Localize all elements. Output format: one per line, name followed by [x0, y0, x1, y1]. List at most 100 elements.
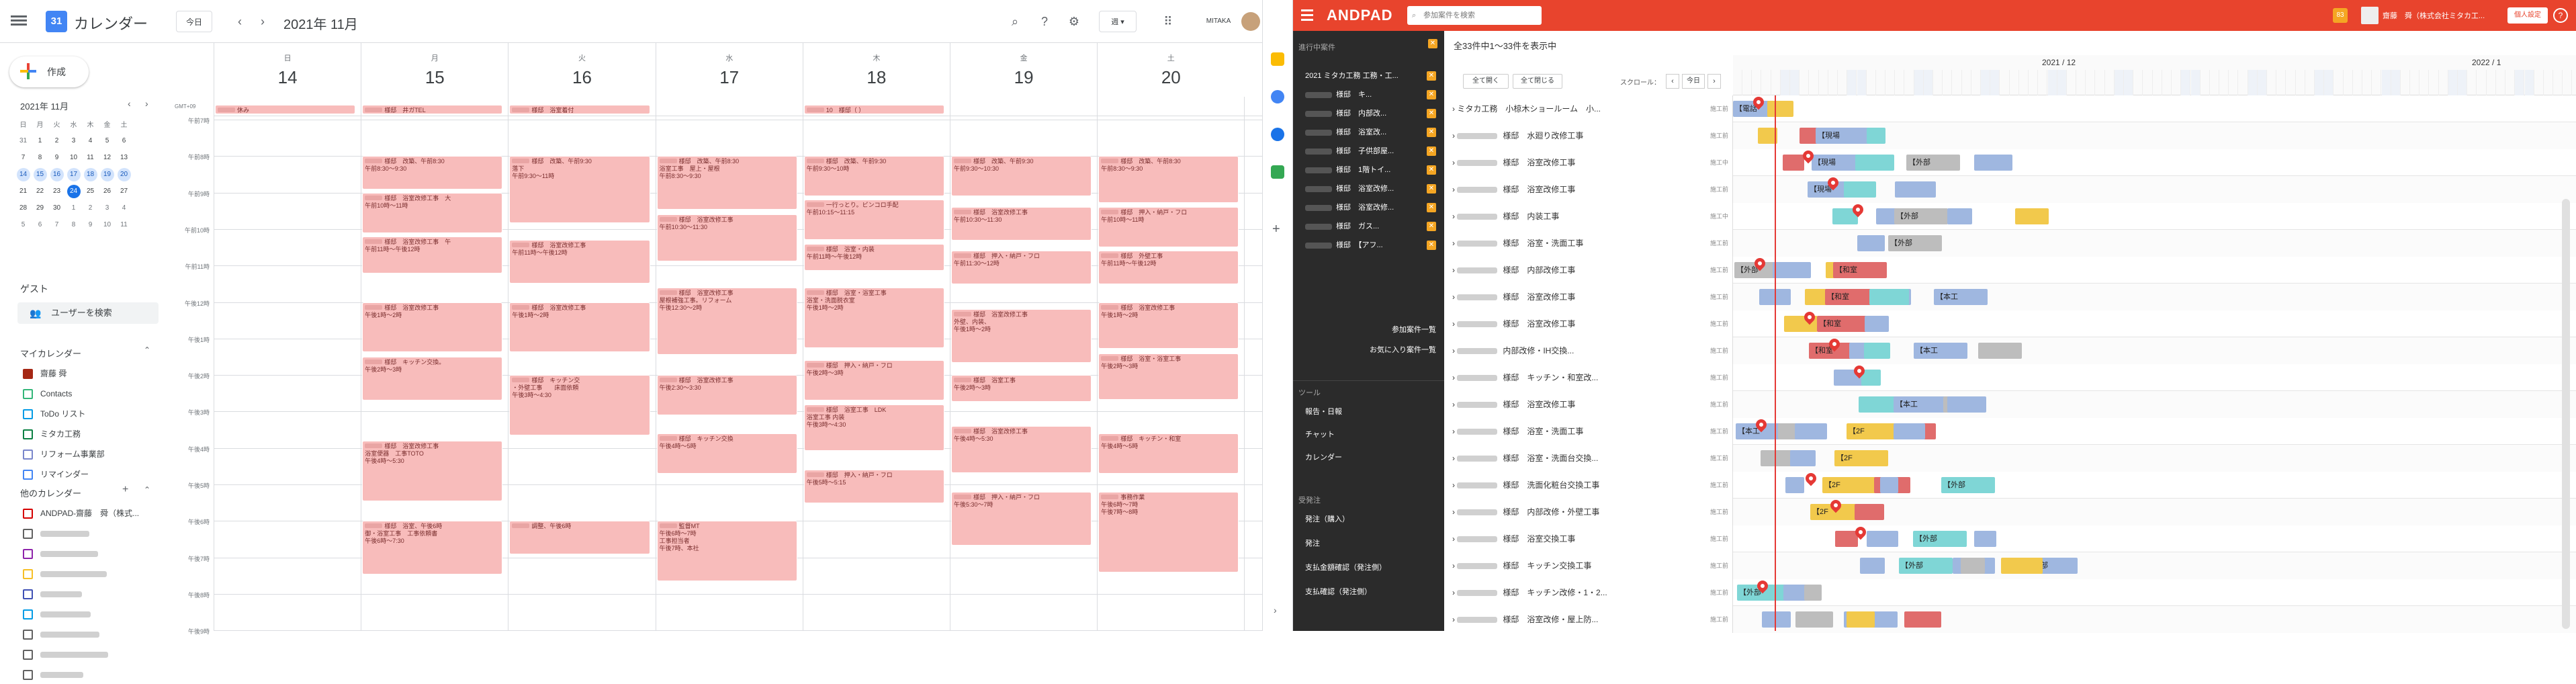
day-number[interactable]: 20: [1098, 67, 1244, 88]
other-calendars-heading[interactable]: 他のカレンダー: [20, 486, 81, 499]
mini-day[interactable]: 14: [15, 166, 32, 183]
view-switcher[interactable]: 週 ▾: [1099, 11, 1137, 32]
expand-chevron-icon[interactable]: ›: [1452, 534, 1457, 544]
calendar-event[interactable]: 様邸 改築、午前9:30 午前9:30～10:30: [951, 156, 1092, 197]
day-number[interactable]: 18: [803, 67, 950, 88]
gantt-row[interactable]: › 様邸 水廻り改修工事 施工前 【現場: [1444, 122, 2576, 149]
expand-chevron-icon[interactable]: ›: [1452, 480, 1457, 490]
schedule-bar[interactable]: [1795, 611, 1833, 628]
project-name[interactable]: › 様邸 洗面化粧台交換工事 施工前: [1444, 472, 1733, 499]
schedule-bar[interactable]: 【外部: [1941, 477, 1995, 493]
day-number[interactable]: 14: [214, 67, 361, 88]
calendar-event[interactable]: 様邸 キッチン交 ・外壁工事 床面依頼 午後3時～4:30: [509, 375, 650, 435]
expand-chevron-icon[interactable]: ›: [1452, 400, 1457, 409]
day-header[interactable]: 火 16: [508, 43, 655, 110]
schedule-bar[interactable]: [1864, 343, 1890, 359]
account-org[interactable]: MITAKA: [1192, 11, 1245, 32]
schedule-bar[interactable]: [2001, 558, 2043, 574]
prev-week-icon[interactable]: ‹: [230, 11, 250, 32]
schedule-bar[interactable]: [1865, 316, 1889, 332]
schedule-bar[interactable]: [1762, 611, 1791, 628]
schedule-bar[interactable]: [1894, 423, 1925, 439]
schedule-bar[interactable]: [1947, 208, 1972, 224]
mini-day[interactable]: 27: [116, 183, 132, 200]
create-button[interactable]: 作成: [9, 56, 89, 87]
calendar-event[interactable]: 様邸 キッチン・和室 午後4時～5時: [1098, 433, 1239, 474]
mini-day[interactable]: 29: [32, 200, 48, 216]
sidebar-link[interactable]: 参加案件一覧: [1305, 320, 1436, 340]
project-name[interactable]: › ミタカ工務 小椋木ショールーム 小... 施工前: [1444, 95, 1733, 122]
mini-day[interactable]: 8: [32, 149, 48, 166]
schedule-bar[interactable]: [1895, 181, 1936, 198]
sidebar-project-item[interactable]: 様邸 1階トイ... ✕: [1305, 160, 1436, 180]
search-icon[interactable]: ⌕: [1005, 11, 1025, 32]
add-calendar-icon[interactable]: +: [122, 484, 128, 496]
project-name[interactable]: › 内部改修・IH交換... 施工前: [1444, 337, 1733, 364]
mini-day[interactable]: 7: [48, 216, 65, 233]
schedule-bar[interactable]: [1947, 396, 1986, 413]
schedule-bar[interactable]: [1978, 343, 2022, 359]
mini-day[interactable]: 3: [65, 132, 82, 149]
calendar-item[interactable]: [20, 544, 168, 563]
gantt-row[interactable]: › 様邸 キッチン・和室改... 施工前: [1444, 363, 2576, 391]
project-name[interactable]: › 様邸 キッチン・和室改... 施工前: [1444, 364, 1733, 391]
collapse-icon[interactable]: ⌃: [144, 345, 150, 355]
mini-day[interactable]: 19: [99, 166, 116, 183]
calendar-event[interactable]: 様邸 浴室改修工事 浴室便器 工事TOTO 午後4時～5:30: [362, 440, 503, 501]
next-week-icon[interactable]: ›: [253, 11, 273, 32]
sidebar-project-item[interactable]: 様邸 浴室改修... ✕: [1305, 198, 1436, 218]
schedule-bar[interactable]: [1974, 155, 2012, 171]
gantt-row[interactable]: › 様邸 浴室・洗面工事 施工前 【外部: [1444, 230, 2576, 257]
close-project-icon[interactable]: ✕: [1427, 146, 1436, 156]
expand-chevron-icon[interactable]: ›: [1452, 427, 1457, 436]
calendar-item[interactable]: ToDo リスト: [20, 404, 168, 423]
calendar-item[interactable]: リフォーム事業部: [20, 445, 168, 464]
calendar-checkbox[interactable]: [23, 569, 33, 579]
calendar-item[interactable]: ミタカ工務: [20, 425, 168, 443]
mini-day[interactable]: 3: [99, 200, 116, 216]
expand-chevron-icon[interactable]: ›: [1452, 292, 1457, 302]
scroll-right-button[interactable]: ›: [1707, 74, 1721, 89]
calendar-event[interactable]: 様邸 改築、午前8:30 浴室工事 屋上・屋根 午前8:30～9:30: [656, 156, 797, 210]
calendar-event[interactable]: 10 様邸（ ）: [803, 105, 944, 114]
calendar-event[interactable]: 一行っとり。ビンコロ手配 午前10:15～11:15: [803, 200, 944, 241]
project-name[interactable]: › 様邸 浴室・洗面工事 施工前: [1444, 230, 1733, 257]
project-name[interactable]: › 様邸 キッチン交換工事 施工前: [1444, 552, 1733, 579]
my-calendars-heading[interactable]: マイカレンダー: [20, 347, 81, 359]
mini-day[interactable]: 24: [65, 183, 82, 200]
calendar-logo-icon[interactable]: 31: [46, 11, 67, 32]
schedule-bar[interactable]: [2015, 208, 2049, 224]
today-button[interactable]: 今日: [176, 11, 212, 32]
calendar-event[interactable]: 様邸 外壁工事 午前11時～午後12時: [1098, 251, 1239, 285]
calendar-event[interactable]: 様邸 浴室改修工事 外壁、内装、 午後1時～2時: [951, 309, 1092, 364]
calendar-item[interactable]: 齋藤 舜: [20, 364, 168, 383]
calendar-event[interactable]: 様邸 浴室・内装 午前11時～午後12時: [803, 243, 944, 271]
mini-day[interactable]: 28: [15, 200, 32, 216]
contacts-icon[interactable]: [1271, 128, 1284, 141]
day-number[interactable]: 17: [656, 67, 803, 88]
project-name[interactable]: › 様邸 浴室交換工事 施工前: [1444, 525, 1733, 552]
project-name[interactable]: › 様邸 内部改修・外壁工事 施工前: [1444, 499, 1733, 525]
schedule-bar[interactable]: 【本工: [1894, 396, 1947, 413]
schedule-bar[interactable]: 【2F: [1834, 450, 1888, 466]
sidebar-project-item[interactable]: 様邸 浴室改... ✕: [1305, 122, 1436, 142]
day-header[interactable]: 日 14: [214, 43, 361, 110]
project-name[interactable]: › 様邸 浴室改修工事 施工前: [1444, 284, 1733, 310]
calendar-event[interactable]: 様邸 井ガTEL: [362, 105, 503, 114]
calendar-item[interactable]: [20, 645, 168, 664]
project-name[interactable]: › 様邸 浴室改修工事 施工前: [1444, 176, 1733, 203]
mini-day[interactable]: 26: [99, 183, 116, 200]
personal-settings-button[interactable]: 個人設定: [2507, 7, 2548, 24]
calendar-item[interactable]: [20, 665, 168, 684]
schedule-bar[interactable]: 【現場: [1816, 128, 1869, 144]
close-project-icon[interactable]: ✕: [1427, 203, 1436, 212]
sidebar-project-item[interactable]: 様邸 浴室改修... ✕: [1305, 179, 1436, 199]
calendar-checkbox[interactable]: [23, 409, 33, 419]
calendar-event[interactable]: 様邸 浴室改修工事 午後4時～5:30: [951, 426, 1092, 474]
calendar-event[interactable]: 様邸 浴室着付: [509, 105, 650, 114]
calendar-event[interactable]: 様邸 浴室改修工事 午後1時～2時: [509, 302, 650, 353]
calendar-checkbox[interactable]: [23, 529, 33, 539]
gantt-row[interactable]: › 様邸 キッチン交換工事 施工前【外部【外部: [1444, 552, 2576, 579]
schedule-bar[interactable]: [1880, 477, 1898, 493]
calendar-checkbox[interactable]: [23, 450, 33, 460]
